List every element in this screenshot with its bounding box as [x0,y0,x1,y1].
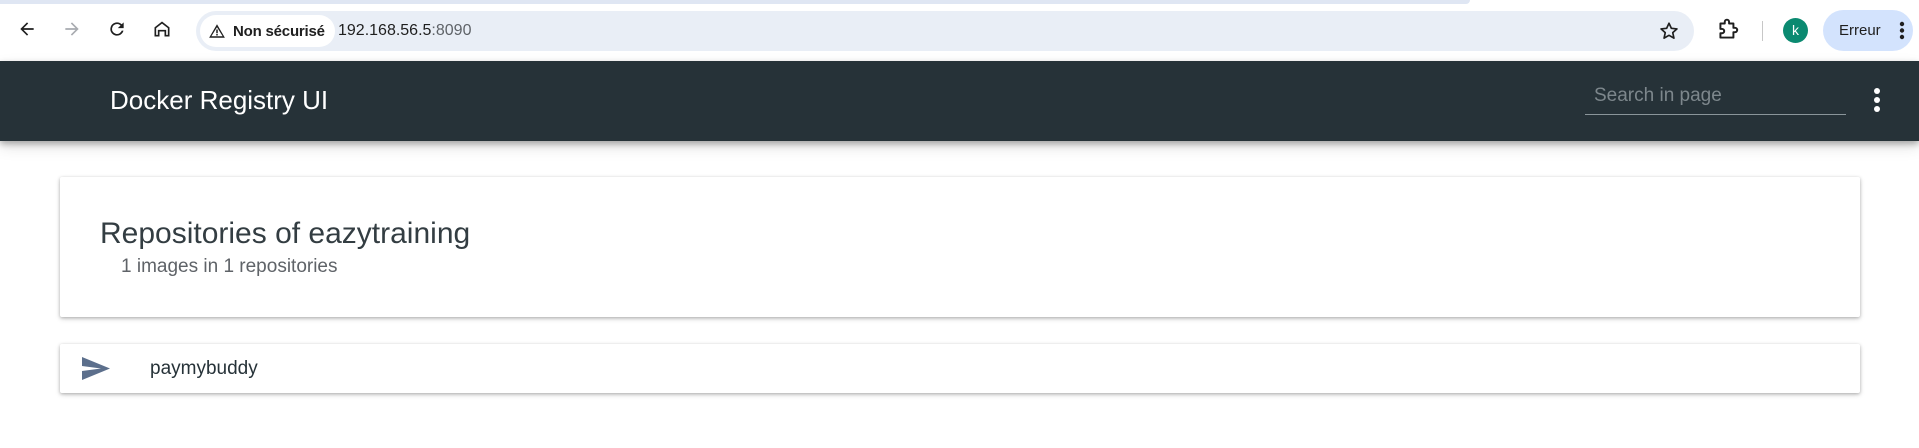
warning-icon [209,24,225,38]
home-icon [154,21,170,37]
profile-avatar[interactable]: k [1783,18,1808,43]
page-title: Repositories of eazytraining [100,217,471,250]
kebab-icon [1899,21,1905,40]
repository-name: paymybuddy [150,358,258,379]
toolbar-separator [1762,21,1763,41]
security-chip[interactable]: Non sécurisé [200,15,335,47]
more-menu-icon[interactable] [1870,87,1884,113]
home-button[interactable] [149,16,175,42]
app-title[interactable]: Docker Registry UI [110,85,328,116]
page-subtitle: 1 images in 1 repositories [121,256,338,277]
bookmark-star-icon[interactable] [1658,20,1680,42]
error-label: Erreur [1839,22,1881,39]
search-input[interactable] [1585,79,1846,113]
back-button[interactable] [14,16,40,42]
url-host: 192.168.56.5 [338,22,432,39]
browser-toolbar: Non sécurisé 192.168.56.5:8090 k Erreur [0,0,1919,61]
repositories-header-card: Repositories of eazytraining 1 images in… [60,177,1860,317]
security-label: Non sécurisé [233,22,325,40]
error-chip[interactable]: Erreur [1823,10,1913,51]
forward-icon [65,22,79,36]
address-bar[interactable]: Non sécurisé 192.168.56.5:8090 [196,11,1694,51]
url-text[interactable]: 192.168.56.5:8090 [338,11,471,51]
back-icon [20,22,34,36]
tab-strip-edge [0,0,1470,4]
list-item[interactable]: paymybuddy [60,344,1860,393]
send-icon [82,357,110,380]
extensions-icon[interactable] [1715,17,1741,43]
app-header: Docker Registry UI [0,61,1919,141]
url-port: :8090 [431,22,472,39]
forward-button[interactable] [59,16,85,42]
reload-button[interactable] [104,16,130,42]
repository-list: paymybuddy [60,344,1860,393]
search-field[interactable] [1585,79,1846,115]
reload-icon [110,22,124,36]
